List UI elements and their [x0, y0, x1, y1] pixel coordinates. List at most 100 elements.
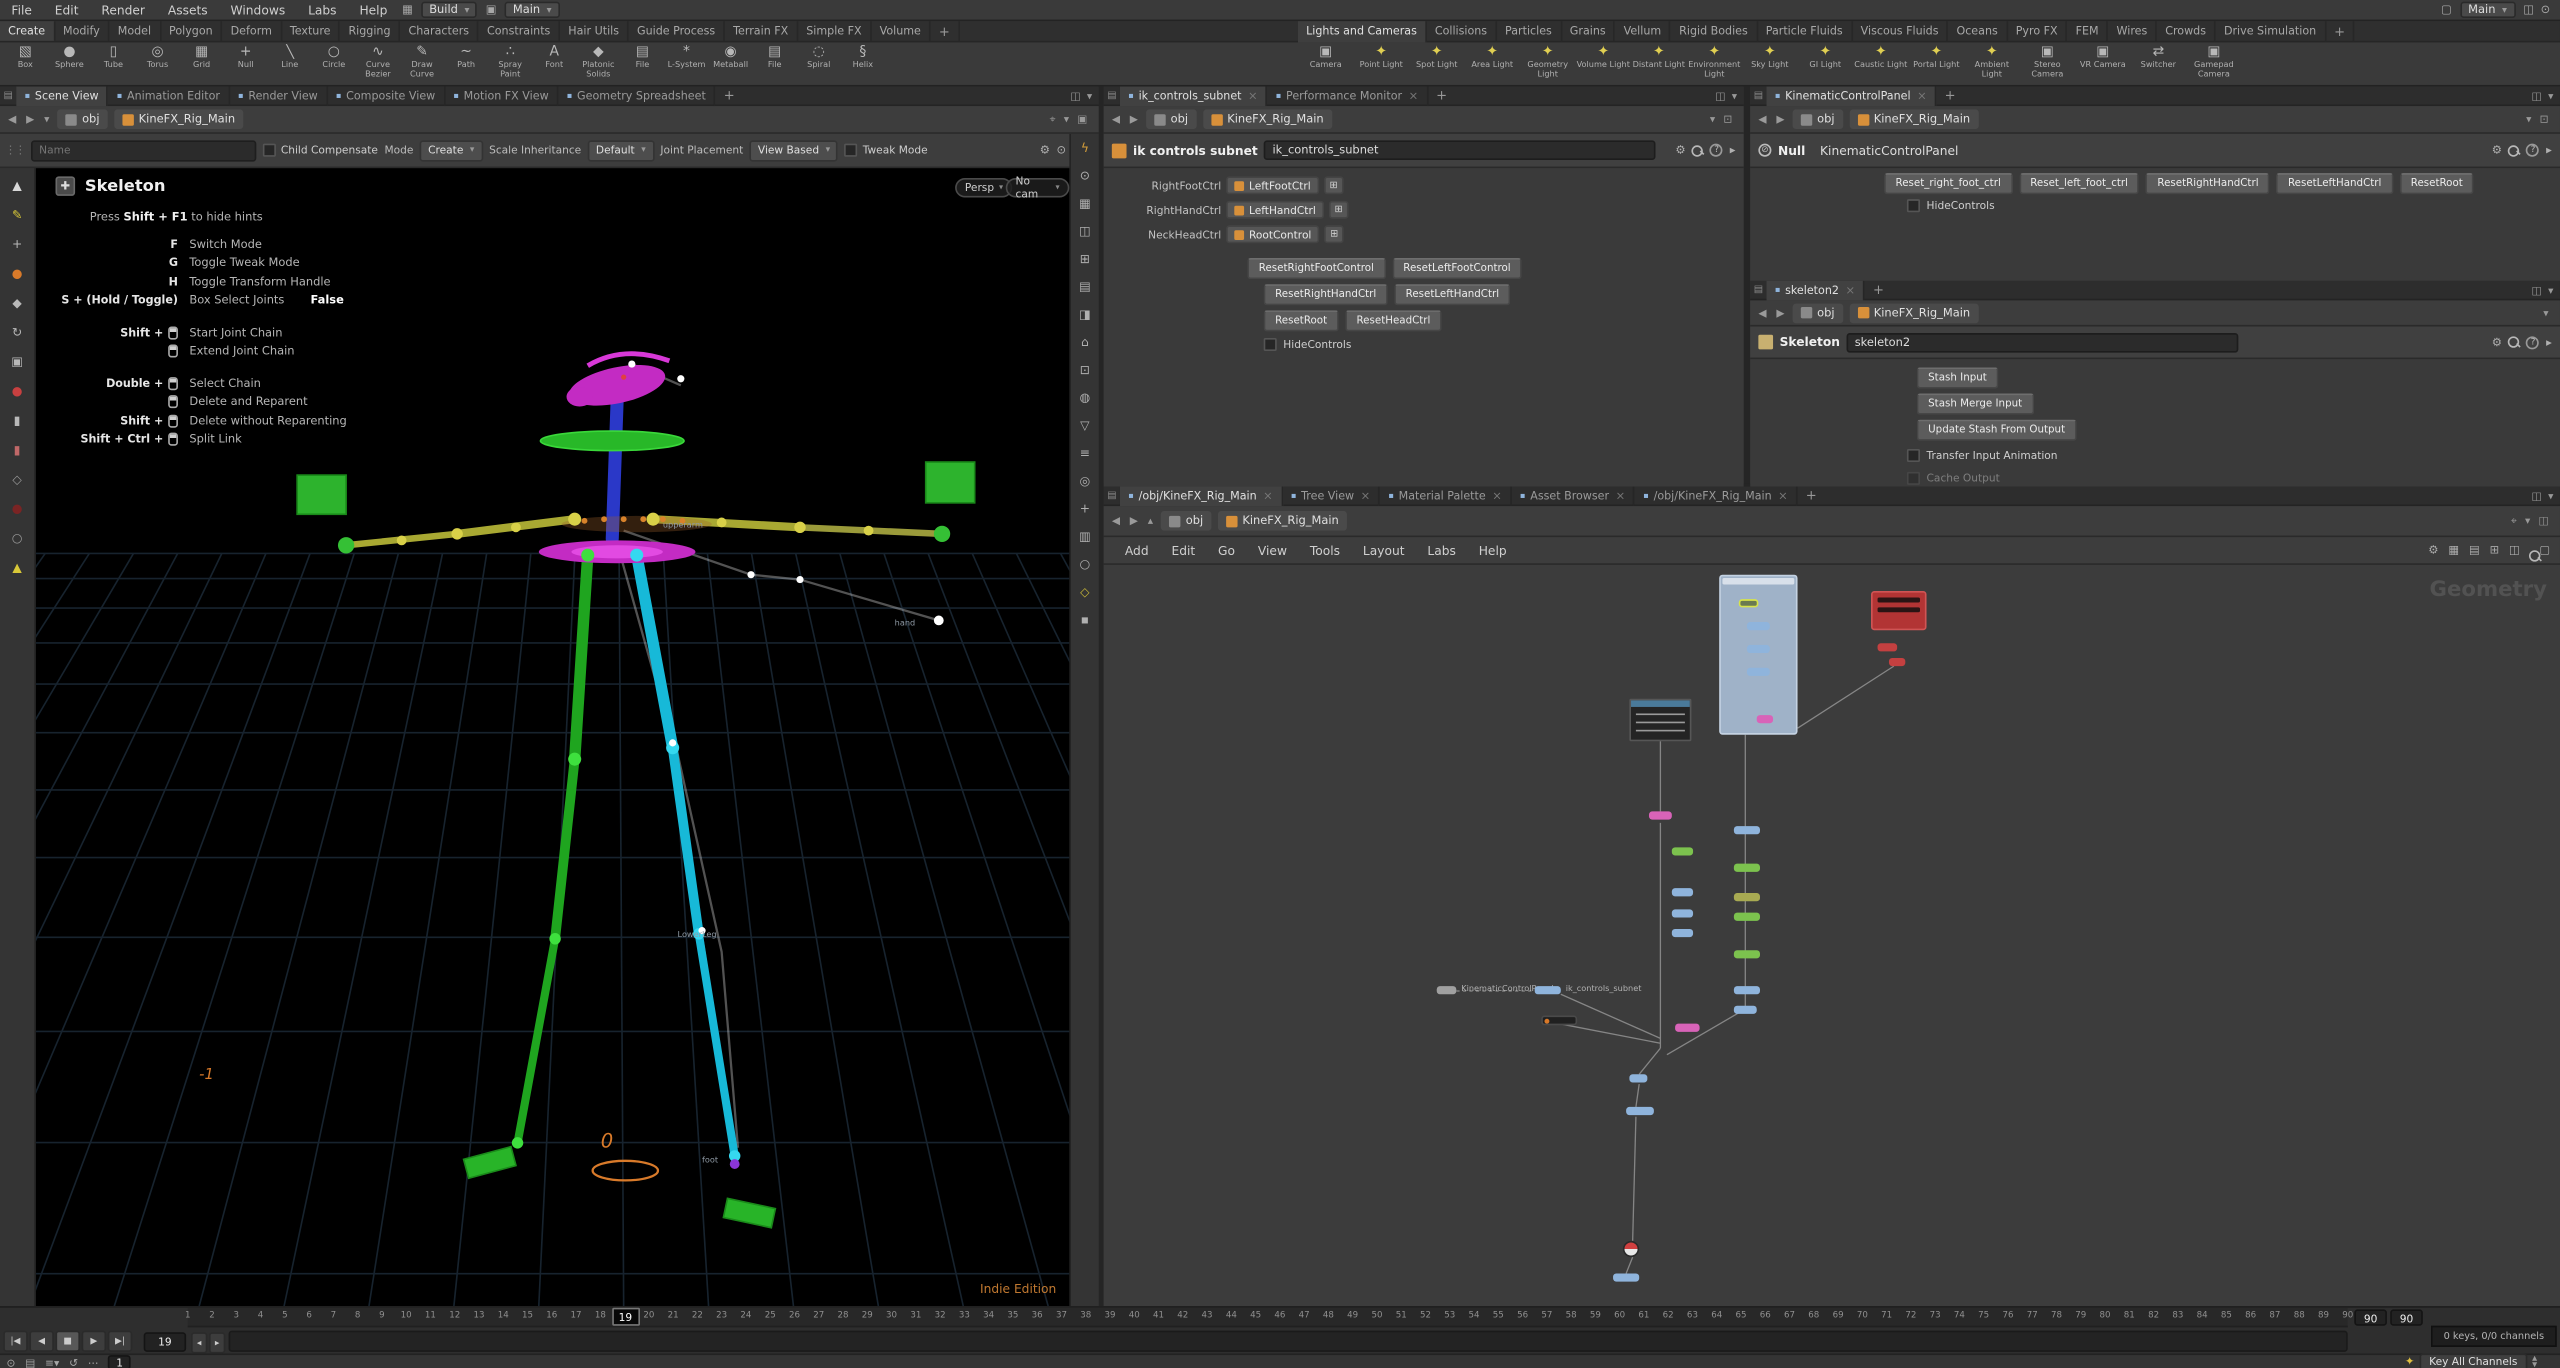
play-button[interactable]: ▶	[82, 1331, 106, 1352]
new-pane-tab-button[interactable]: +	[1798, 488, 1825, 503]
pane-menu-icon[interactable]: ▤	[1104, 90, 1120, 101]
shelf-tool-stereo-camera[interactable]: ▣Stereo Camera	[2020, 44, 2076, 86]
frame-tick[interactable]: 2	[201, 1311, 224, 1321]
jump-start-button[interactable]: |◀	[3, 1331, 27, 1352]
network-info-node[interactable]	[1629, 699, 1691, 741]
step-field[interactable]: 1	[108, 1355, 131, 1368]
forward-icon[interactable]: ▶	[23, 113, 38, 126]
node-ref-chip[interactable]: LeftFootCtrl	[1226, 176, 1319, 194]
node-ref-chip[interactable]: LeftHandCtrl	[1226, 201, 1324, 219]
joint-placement-dropdown[interactable]: View Based▾	[750, 140, 839, 161]
foot-circle-control[interactable]	[593, 1161, 658, 1181]
network-node[interactable]	[1734, 950, 1760, 958]
new-shelf-tab-button[interactable]: +	[931, 21, 960, 41]
new-pane-tab-button[interactable]: +	[1865, 282, 1892, 297]
frame-tick[interactable]: 4	[249, 1311, 272, 1321]
shelf-tool-gi-light[interactable]: ✦GI Light	[1798, 44, 1854, 86]
right-hand-box-control[interactable]	[926, 462, 975, 503]
stash-input-button[interactable]: Stash Input	[1917, 367, 1998, 388]
help-icon[interactable]: ?	[1710, 144, 1723, 157]
path-node[interactable]: KineFX_Rig_Main	[114, 109, 243, 129]
frame-tick[interactable]: 16	[540, 1311, 563, 1321]
tab-kinematiccontrolpanel[interactable]: ▪KinematicControlPanel×	[1767, 86, 1937, 106]
network-node[interactable]	[1672, 909, 1693, 917]
shelf-tool-spot-light[interactable]: ✦Spot Light	[1409, 44, 1465, 86]
network-node[interactable]	[1672, 929, 1693, 937]
frame-tick[interactable]: 32	[929, 1311, 952, 1321]
close-tab-icon[interactable]: ×	[1845, 283, 1855, 296]
frame-tick[interactable]: 7	[322, 1311, 345, 1321]
display-options-icon[interactable]: ≡	[1080, 446, 1090, 461]
frame-tick[interactable]: 21	[662, 1311, 685, 1321]
frame-tick[interactable]: 77	[2021, 1311, 2044, 1321]
no-cam-button[interactable]: No cam▾	[1006, 178, 1070, 198]
frame-tick[interactable]: 71	[1875, 1311, 1898, 1321]
shelf-tab-characters[interactable]: Characters	[400, 21, 479, 41]
forward-icon[interactable]: ▶	[1127, 113, 1142, 126]
frame-tick[interactable]: 82	[2142, 1311, 2165, 1321]
shelf-tool-file[interactable]: ▤File	[620, 44, 664, 86]
network-node[interactable]	[1878, 643, 1898, 651]
next-key-button[interactable]: ▸	[209, 1332, 225, 1353]
network-node[interactable]	[1734, 913, 1760, 921]
frame-tick[interactable]: 46	[1268, 1311, 1291, 1321]
shelf-tool-environment-light[interactable]: ✦Environment Light	[1687, 44, 1743, 86]
network-node[interactable]	[1613, 1273, 1639, 1281]
close-tab-icon[interactable]: ×	[1778, 489, 1788, 502]
path-context[interactable]: obj	[1161, 511, 1211, 531]
joint-tool-icon[interactable]: ●	[12, 384, 23, 399]
net-menu-help[interactable]: Help	[1467, 536, 1518, 564]
shelf-tab-oceans[interactable]: Oceans	[1948, 21, 2007, 42]
network-node[interactable]	[1734, 826, 1760, 834]
pin-icon[interactable]: ▾	[2526, 113, 2531, 126]
search-icon[interactable]	[1692, 144, 1703, 155]
show-dependencies-icon[interactable]: ▤	[2469, 544, 2480, 557]
shelf-tool-grid[interactable]: ▦Grid	[180, 44, 224, 86]
pane-menu-chevron-icon[interactable]: ▾	[1732, 89, 1737, 102]
shelf-tool-sky-light[interactable]: ✦Sky Light	[1742, 44, 1798, 86]
expand-icon[interactable]: ▸	[2546, 336, 2552, 349]
color-palette-icon[interactable]: ⊞	[2490, 544, 2500, 557]
frame-tick[interactable]: 23	[710, 1311, 733, 1321]
update-stash-button[interactable]: Update Stash From Output	[1917, 420, 2077, 441]
view-mode-icon[interactable]: ⊙	[1080, 168, 1090, 183]
shelf-tab-collisions[interactable]: Collisions	[1427, 21, 1497, 42]
reset-root-button[interactable]: ResetRoot	[1264, 310, 1339, 331]
network-node[interactable]	[1747, 668, 1770, 676]
shelf-tool-circle[interactable]: ○Circle	[312, 44, 356, 86]
frame-tick[interactable]: 88	[2288, 1311, 2311, 1321]
expand-icon[interactable]: ▸	[1730, 144, 1736, 157]
handles-icon[interactable]: +	[1080, 501, 1090, 516]
back-icon[interactable]: ◀	[1109, 113, 1124, 126]
network-node[interactable]	[1672, 847, 1693, 855]
stash-merge-input-button[interactable]: Stash Merge Input	[1917, 393, 2034, 414]
pin-icon[interactable]: ▾	[2525, 513, 2530, 528]
new-shelf-tab-button[interactable]: +	[2326, 21, 2355, 42]
desktop-selector[interactable]: Build▾	[421, 2, 477, 18]
node-ref-chip[interactable]: RootControl	[1226, 225, 1319, 243]
network-node[interactable]	[1437, 986, 1457, 994]
frame-tick[interactable]: 8	[346, 1311, 369, 1321]
frame-tick[interactable]: 87	[2263, 1311, 2286, 1321]
chest-disc-control[interactable]	[540, 431, 684, 451]
shelf-tab-pyro-fx[interactable]: Pyro FX	[2008, 21, 2068, 42]
net-menu-edit[interactable]: Edit	[1160, 536, 1207, 564]
cache-icon[interactable]: ▤	[25, 1356, 35, 1368]
frame-tick[interactable]: 18	[589, 1311, 612, 1321]
tab-motion-fx-view[interactable]: ▪Motion FX View	[445, 86, 558, 106]
frame-tick[interactable]: 80	[2094, 1311, 2117, 1321]
pane-menu-icon[interactable]: ▤	[1750, 284, 1766, 295]
frame-tick[interactable]: 44	[1220, 1311, 1243, 1321]
frame-tick[interactable]: 63	[1681, 1311, 1704, 1321]
wireframe-icon[interactable]: ◫	[1079, 224, 1091, 239]
frame-tick[interactable]: 59	[1584, 1311, 1607, 1321]
frame-tick[interactable]: 66	[1754, 1311, 1777, 1321]
frame-tick[interactable]: 27	[807, 1311, 830, 1321]
frame-tick[interactable]: 43	[1196, 1311, 1219, 1321]
frame-tick[interactable]: 62	[1657, 1311, 1680, 1321]
shelf-tool-volume-light[interactable]: ✦Volume Light	[1576, 44, 1632, 86]
reset-head-button[interactable]: ResetHeadCtrl	[1345, 310, 1442, 331]
current-frame-field[interactable]: 19	[144, 1332, 186, 1352]
back-icon[interactable]: ◀	[1109, 514, 1124, 527]
hand-tool-icon[interactable]: +	[12, 237, 22, 252]
